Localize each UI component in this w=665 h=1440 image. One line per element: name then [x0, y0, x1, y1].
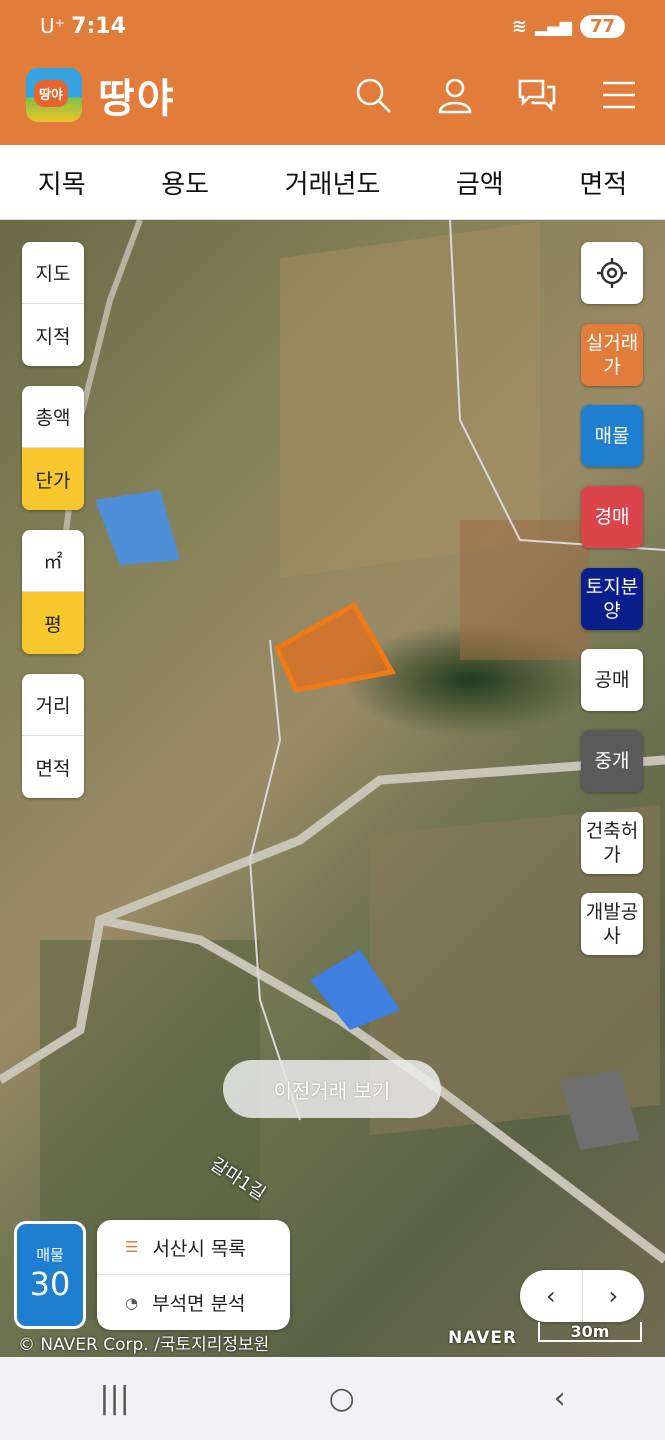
listing-count-badge[interactable]: 매물 30 — [14, 1221, 86, 1329]
app-name: 땅야 — [98, 76, 176, 122]
wifi-icon: ≋ — [511, 15, 528, 37]
map-type-toggle: 지도 지적 — [22, 242, 84, 366]
map-view[interactable]: 갈마1길 — [0, 220, 665, 1357]
locate-icon — [597, 258, 627, 288]
filter-usage[interactable]: 용도 — [161, 164, 209, 201]
clock: 7:14 — [71, 13, 126, 39]
home-icon[interactable]: ○ — [329, 1381, 355, 1416]
battery-indicator: 77 — [579, 14, 625, 38]
area-tool-button[interactable]: 면적 — [22, 736, 84, 798]
total-price-button[interactable]: 총액 — [22, 386, 84, 448]
search-icon[interactable] — [353, 75, 393, 115]
signal-icon: ▂▄▆ — [535, 16, 572, 36]
filter-land-category[interactable]: 지목 — [38, 164, 86, 201]
app-brand[interactable]: 땅야 땅야 — [26, 66, 176, 124]
map-copyright: © NAVER Corp. /국토지리정보원 — [18, 1335, 270, 1355]
price-type-toggle: 총액 단가 — [22, 386, 84, 510]
app-logo: 땅야 — [26, 68, 82, 122]
carrier-label: U⁺ — [40, 13, 66, 38]
pyeong-unit-button[interactable]: 평 — [22, 592, 84, 654]
cadastral-mode-button[interactable]: 지적 — [22, 304, 84, 366]
chat-icon[interactable] — [517, 75, 557, 115]
auction-button[interactable]: 경매 — [581, 486, 643, 548]
map-mode-button[interactable]: 지도 — [22, 242, 84, 304]
listing-badge-label: 매물 — [36, 1246, 64, 1264]
map-scale: 30m — [538, 1322, 642, 1342]
system-nav-bar: ||| ○ ‹ — [0, 1357, 665, 1440]
district-analysis-button[interactable]: ◔ 부석면 분석 — [97, 1275, 290, 1330]
building-permit-button[interactable]: 건축허가 — [581, 812, 643, 874]
list-icon: ☰ — [125, 1238, 139, 1256]
filter-price[interactable]: 금액 — [456, 164, 504, 201]
status-bar: U⁺ 7:14 ≋ ▂▄▆ 77 — [40, 10, 625, 42]
app-header: U⁺ 7:14 ≋ ▂▄▆ 77 땅야 땅야 — [0, 0, 665, 145]
area-unit-toggle: ㎡ 평 — [22, 530, 84, 654]
public-auction-button[interactable]: 공매 — [581, 649, 643, 711]
measure-tools: 거리 면적 — [22, 674, 84, 798]
menu-icon[interactable] — [599, 75, 639, 115]
filter-bar: 지목 용도 거래년도 금액 면적 — [0, 145, 665, 220]
naver-logo: NAVER — [448, 1328, 518, 1348]
sqm-unit-button[interactable]: ㎡ — [22, 530, 84, 592]
distance-tool-button[interactable]: 거리 — [22, 674, 84, 736]
map-roads — [0, 220, 665, 1264]
user-icon[interactable] — [435, 75, 475, 115]
land-sale-button[interactable]: 토지분양 — [581, 568, 643, 630]
recent-apps-icon[interactable]: ||| — [99, 1381, 129, 1416]
pie-chart-icon: ◔ — [125, 1293, 139, 1312]
locate-button[interactable] — [581, 242, 643, 304]
listing-badge-count: 30 — [29, 1265, 71, 1303]
filter-trade-year[interactable]: 거래년도 — [285, 164, 381, 201]
previous-button[interactable]: ‹ — [520, 1270, 583, 1322]
city-list-button[interactable]: ☰ 서산시 목록 — [97, 1220, 290, 1275]
next-button[interactable]: › — [583, 1270, 645, 1322]
region-menu-card: ☰ 서산시 목록 ◔ 부석면 분석 — [97, 1220, 290, 1330]
real-trade-price-button[interactable]: 실거래가 — [581, 324, 643, 386]
map-pager: ‹ › — [520, 1270, 644, 1322]
development-button[interactable]: 개발공사 — [581, 893, 643, 955]
listing-button[interactable]: 매물 — [581, 405, 643, 467]
back-icon[interactable]: ‹ — [554, 1381, 566, 1416]
brokerage-button[interactable]: 중개 — [581, 730, 643, 792]
filter-area[interactable]: 면적 — [579, 164, 627, 201]
previous-deals-button[interactable]: 이전거래 보기 — [223, 1060, 441, 1118]
unit-price-button[interactable]: 단가 — [22, 448, 84, 510]
